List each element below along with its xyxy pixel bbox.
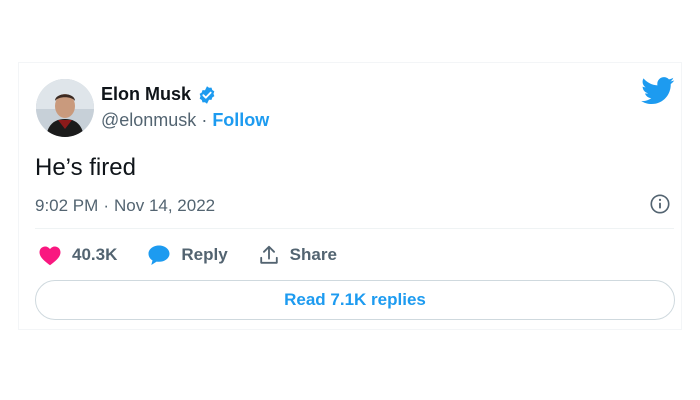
author-handle[interactable]: @elonmusk (101, 110, 196, 131)
tweet-text: He’s fired (35, 154, 136, 181)
like-button[interactable]: 40.3K (38, 244, 117, 266)
share-label: Share (289, 245, 337, 264)
share-upload-icon (259, 245, 278, 264)
author-handle-row: @elonmusk · Follow (101, 110, 269, 131)
timestamp-separator: · (103, 196, 109, 215)
tweet-time[interactable]: 9:02 PM (35, 196, 98, 216)
tweet-timestamp[interactable]: 9:02 PM · Nov 14, 2022 (35, 196, 215, 216)
like-count: 40.3K (72, 245, 118, 264)
reply-button[interactable]: Reply (147, 244, 228, 266)
speech-bubble-icon (148, 245, 170, 265)
reply-label: Reply (181, 245, 228, 264)
twitter-bird-icon[interactable] (641, 77, 675, 105)
info-icon[interactable] (649, 193, 671, 215)
divider (35, 228, 674, 229)
avatar[interactable] (36, 79, 94, 137)
read-replies-button[interactable]: Read 7.1K replies (35, 280, 675, 320)
author-display-name[interactable]: Elon Musk (101, 84, 191, 105)
action-bar: 40.3K Reply Share (38, 243, 367, 267)
tweet-date[interactable]: Nov 14, 2022 (114, 196, 215, 216)
handle-separator: · (201, 110, 208, 130)
follow-link[interactable]: Follow (212, 110, 269, 131)
share-button[interactable]: Share (258, 244, 337, 266)
avatar-image (36, 79, 94, 137)
verified-badge-icon (199, 85, 215, 104)
heart-icon (39, 246, 61, 266)
read-replies-label: Read 7.1K replies (284, 290, 426, 309)
author-name-row: Elon Musk (101, 84, 217, 105)
